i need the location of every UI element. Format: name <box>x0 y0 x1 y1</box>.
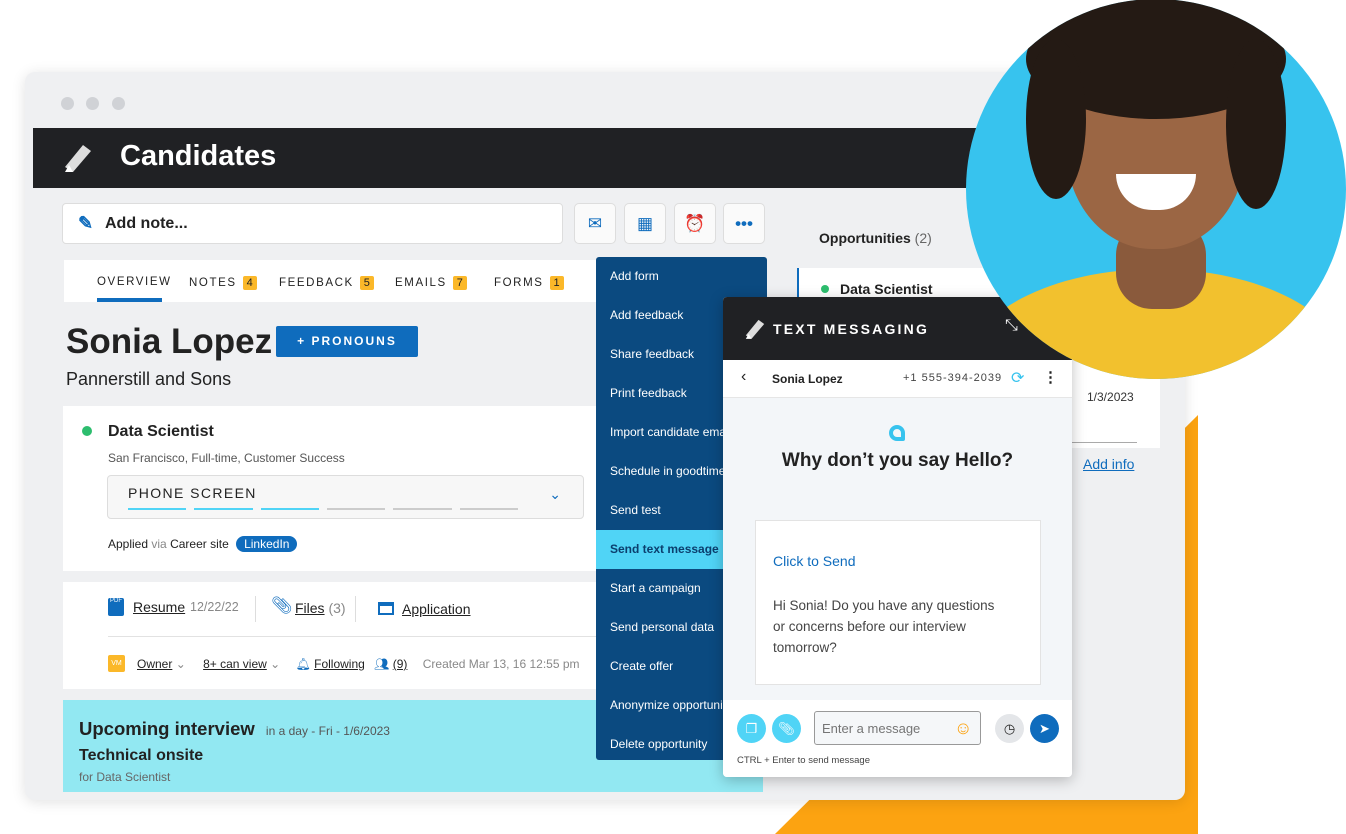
created-date: Created Mar 13, 16 12:55 pm <box>422 657 580 671</box>
paperclip-icon: 📎︎ <box>271 596 293 615</box>
reminder-button[interactable]: ⏰ <box>674 203 716 244</box>
tab-overview[interactable]: OVERVIEW <box>97 276 172 288</box>
schedule-send-icon[interactable]: ◷ <box>995 714 1024 743</box>
email-button[interactable]: ✉ <box>574 203 616 244</box>
window-dot <box>112 97 125 110</box>
calendar-icon: ▦ <box>636 214 654 233</box>
add-note-input[interactable]: ✎ Add note... <box>62 203 563 244</box>
job-title[interactable]: Data Scientist <box>108 423 214 441</box>
menu-item[interactable]: Add form <box>596 257 767 296</box>
template-text: Hi Sonia! Do you have any questions or c… <box>773 598 995 655</box>
texting-title: TEXT MESSAGING <box>773 321 930 337</box>
stage-select[interactable]: PHONE SCREEN ⌄ <box>107 475 584 519</box>
add-note-placeholder: Add note... <box>105 215 188 232</box>
window-dot <box>86 97 99 110</box>
chat-logo-icon <box>889 425 905 441</box>
files-link[interactable]: Files <box>295 600 325 616</box>
stage-label: PHONE SCREEN <box>128 485 257 501</box>
active-tab-indicator <box>97 298 162 302</box>
opportunity-date: 1/3/2023 <box>1087 390 1134 404</box>
add-info-link[interactable]: Add info <box>1083 456 1134 472</box>
tab-notes[interactable]: NOTES 4 <box>189 276 257 290</box>
job-details: San Francisco, Full-time, Customer Succe… <box>108 451 345 465</box>
compose-bar: ❐ 📎︎ ☺ ◷ ➤ CTRL + Enter to send message <box>723 700 1072 777</box>
stage-progress <box>128 508 518 510</box>
chevron-down-icon: ⌄ <box>549 486 561 502</box>
pencil-logo-icon <box>65 145 91 172</box>
job-card: Data Scientist San Francisco, Full-time,… <box>63 406 603 571</box>
via-label: via <box>151 537 167 551</box>
files-count: (3) <box>328 600 346 616</box>
followers-icon: 👥︎ <box>374 657 390 671</box>
resume-date: 12/22/22 <box>190 600 239 614</box>
back-icon[interactable]: ‹ <box>741 368 746 386</box>
tab-feedback[interactable]: FEEDBACK 5 <box>279 276 374 290</box>
alarm-icon: ⏰ <box>684 214 706 233</box>
pencil-icon: ✎ <box>78 213 94 233</box>
schedule-button[interactable]: ▦ <box>624 203 666 244</box>
tab-emails[interactable]: EMAILS 7 <box>395 276 467 290</box>
opportunities-heading: Opportunities (2) <box>819 230 932 246</box>
more-icon: ••• <box>735 214 753 233</box>
source-tag: LinkedIn <box>236 536 298 552</box>
candidate-name: Sonia Lopez <box>66 322 273 361</box>
avatar: VM <box>108 655 125 672</box>
tab-forms[interactable]: FORMS 1 <box>494 276 564 290</box>
interview-for: for Data Scientist <box>79 770 171 784</box>
templates-icon[interactable]: ❐ <box>737 714 766 743</box>
application-link[interactable]: Application <box>402 601 471 617</box>
contact-name: Sonia Lopez <box>772 372 843 386</box>
tab-bar: OVERVIEW NOTES 4 FEEDBACK 5 EMAILS 7 FORMS 1 <box>64 260 604 302</box>
pdf-icon: PDF <box>108 598 124 616</box>
emoji-icon[interactable]: ☺ <box>954 718 972 739</box>
followers-count[interactable]: (9) <box>393 657 408 671</box>
window-dot <box>61 97 74 110</box>
interview-when: in a day - Fri - 1/6/2023 <box>265 724 390 738</box>
mail-icon: ✉ <box>587 214 603 233</box>
pencil-logo-icon <box>745 319 765 339</box>
more-button[interactable]: ••• <box>723 203 765 244</box>
source-label: Career site <box>170 537 229 551</box>
click-to-send-label: Click to Send <box>773 553 856 569</box>
add-pronouns-button[interactable]: + PRONOUNS <box>276 326 418 357</box>
bell-icon: 🔔︎ <box>295 657 311 671</box>
interview-name[interactable]: Technical onsite <box>79 747 203 765</box>
send-icon[interactable]: ➤ <box>1030 714 1059 743</box>
visibility-dropdown[interactable]: 8+ can view <box>203 657 267 671</box>
files-card: PDF Resume 12/22/22 📎︎ Files (3) Applica… <box>63 582 603 689</box>
count-badge: 5 <box>359 276 374 290</box>
owner-dropdown[interactable]: Owner <box>137 657 172 671</box>
candidate-company: Pannerstill and Sons <box>66 369 232 389</box>
applied-label: Applied <box>108 537 149 551</box>
attach-icon[interactable]: 📎︎ <box>772 714 801 743</box>
count-badge: 1 <box>549 276 564 290</box>
opportunity-title: Data Scientist <box>840 281 933 297</box>
page-title: Candidates <box>120 140 277 172</box>
empty-state-prompt: Why don’t you say Hello? <box>781 450 1014 471</box>
template-card[interactable]: Click to Send Hi Sonia! Do you have any … <box>755 520 1041 685</box>
following-link[interactable]: Following <box>314 657 365 671</box>
resume-link[interactable]: Resume <box>133 599 185 615</box>
candidate-photo <box>966 0 1346 379</box>
count-badge: 4 <box>242 276 257 290</box>
interview-heading: Upcoming interview <box>79 718 255 739</box>
send-hint: CTRL + Enter to send message <box>737 755 870 766</box>
count-badge: 7 <box>452 276 467 290</box>
status-dot <box>82 426 92 436</box>
form-icon <box>378 602 394 615</box>
